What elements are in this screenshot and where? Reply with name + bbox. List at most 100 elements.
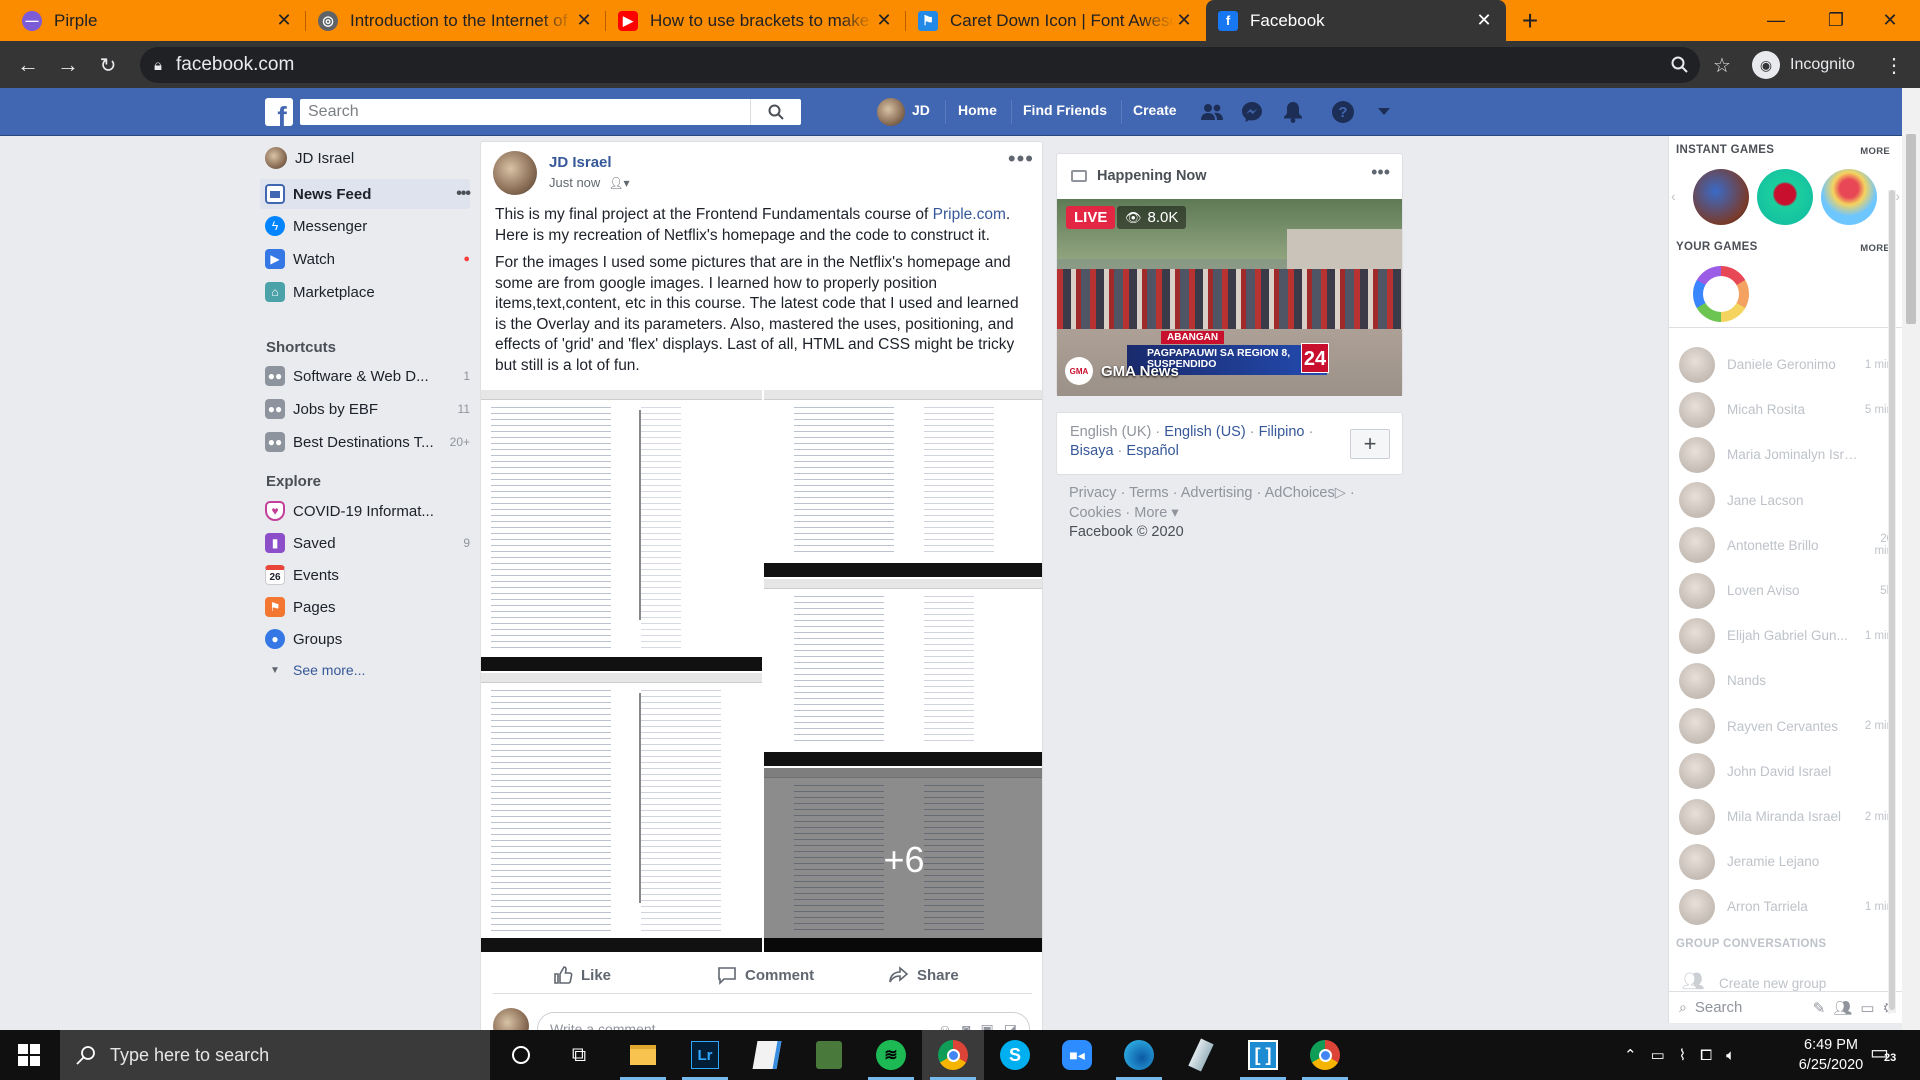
app-icon[interactable]: [798, 1030, 860, 1080]
browser-tab-pirple[interactable]: — Pirple ✕: [10, 0, 306, 41]
minimize-icon[interactable]: —: [1746, 0, 1806, 41]
sidebar-item-messenger[interactable]: ϟ Messenger: [260, 211, 470, 241]
post-photo-more[interactable]: +6: [764, 768, 1042, 952]
game-icon[interactable]: [1693, 169, 1749, 225]
explore-item-pages[interactable]: ⚑ Pages: [260, 592, 470, 622]
sidebar-item-watch[interactable]: ▶ Watch ●: [260, 244, 470, 274]
video-call-icon[interactable]: ▭: [1860, 999, 1874, 1017]
post-photo[interactable]: [481, 673, 762, 952]
see-more-link[interactable]: ▼ See more...: [260, 655, 470, 685]
sidebar-item-marketplace[interactable]: ⌂ Marketplace: [260, 277, 470, 307]
volume-icon[interactable]: 🔈︎: [1726, 1047, 1735, 1064]
maximize-icon[interactable]: ❐: [1806, 0, 1866, 41]
close-tab-icon[interactable]: ✕: [574, 10, 594, 31]
chat-search[interactable]: ⌕ Search ✎ 👥︎ ▭ ⚙: [1669, 991, 1902, 1023]
browser-tab-fontawesome[interactable]: ⚑ Caret Down Icon | Font Awesome ✕: [906, 0, 1206, 41]
chevron-right-icon[interactable]: ›: [1895, 188, 1900, 204]
forward-icon[interactable]: →: [52, 49, 84, 81]
file-explorer-icon[interactable]: [612, 1030, 674, 1080]
chrome-icon[interactable]: [922, 1030, 984, 1080]
browser-tab-facebook[interactable]: f Facebook ✕: [1206, 0, 1506, 41]
windows-start-icon[interactable]: [0, 1030, 58, 1080]
skype-icon[interactable]: S: [984, 1030, 1046, 1080]
instant-games-more-link[interactable]: MORE: [1860, 146, 1890, 157]
post-author[interactable]: JD Israel: [549, 154, 612, 171]
chevron-up-icon[interactable]: ⌃: [1624, 1046, 1637, 1064]
address-bar[interactable]: 🔒︎ facebook.com: [140, 47, 1700, 83]
zoom-icon[interactable]: [1664, 49, 1696, 81]
priple-link[interactable]: Priple.com: [933, 206, 1006, 223]
sidebar-item-news-feed[interactable]: News Feed •••: [260, 179, 471, 209]
new-tab-button[interactable]: +: [1502, 0, 1558, 41]
reload-icon[interactable]: ↻: [92, 49, 124, 81]
game-icon[interactable]: [1821, 169, 1877, 225]
cortana-icon[interactable]: [490, 1030, 552, 1080]
url-text[interactable]: facebook.com: [176, 54, 294, 76]
spotify-icon[interactable]: ≋: [860, 1030, 922, 1080]
network-icon[interactable]: ⌇: [1679, 1046, 1686, 1064]
friends-icon[interactable]: [1200, 100, 1224, 124]
taskbar-search-box[interactable]: Type here to search: [60, 1030, 490, 1080]
post-options-icon[interactable]: •••: [1008, 146, 1034, 172]
comment-button[interactable]: Comment: [717, 956, 814, 994]
task-view-icon[interactable]: ⧉: [548, 1030, 610, 1080]
footer-link[interactable]: Terms: [1129, 485, 1168, 501]
search-button[interactable]: [750, 99, 801, 125]
profile-link[interactable]: JD: [912, 102, 930, 118]
new-group-icon[interactable]: 👥︎: [1833, 999, 1852, 1017]
close-tab-icon[interactable]: ✕: [274, 10, 294, 31]
footer-link[interactable]: Privacy: [1069, 485, 1117, 501]
brackets-icon[interactable]: [ ]: [1232, 1030, 1294, 1080]
nav-home[interactable]: Home: [958, 102, 997, 118]
sidebar-profile[interactable]: JD Israel: [260, 143, 470, 173]
search-input[interactable]: [300, 100, 750, 124]
author-avatar[interactable]: [493, 151, 537, 195]
caret-down-icon[interactable]: [1372, 100, 1396, 124]
scrollbar-thumb[interactable]: [1906, 134, 1916, 324]
battery-icon[interactable]: ▭: [1651, 1046, 1665, 1064]
footer-link[interactable]: AdChoices: [1265, 485, 1335, 501]
chrome-icon[interactable]: [1294, 1030, 1356, 1080]
chat-contact[interactable]: Rayven Cervantes 2 min: [1679, 704, 1893, 749]
post-timestamp[interactable]: Just now: [549, 175, 600, 190]
profile-avatar[interactable]: [877, 98, 905, 126]
chat-contact[interactable]: Maria Jominalyn Israel: [1679, 432, 1893, 477]
help-icon[interactable]: ?: [1331, 100, 1355, 124]
browser-menu-icon[interactable]: ⋮: [1878, 49, 1910, 81]
chat-contact[interactable]: Elijah Gabriel Gun... 1 min: [1679, 613, 1893, 658]
share-button[interactable]: Share: [889, 956, 959, 994]
screen-icon[interactable]: ⧠: [1700, 1047, 1712, 1064]
chat-contact[interactable]: Nands: [1679, 658, 1893, 703]
nav-find-friends[interactable]: Find Friends: [1023, 102, 1107, 118]
browser-tab-iot[interactable]: ◎ Introduction to the Internet of Things…: [306, 0, 606, 41]
chat-contact[interactable]: Micah Rosita 5 min: [1679, 387, 1893, 432]
facebook-logo-icon[interactable]: f: [265, 98, 293, 126]
edge-icon[interactable]: [1108, 1030, 1170, 1080]
chat-contact[interactable]: Arron Tarriela 1 min: [1679, 884, 1893, 929]
bell-icon[interactable]: [1281, 100, 1305, 124]
taskbar-clock[interactable]: 6:49 PM 6/25/2020: [1786, 1035, 1876, 1075]
chat-contact[interactable]: John David Israel: [1679, 749, 1893, 794]
like-button[interactable]: Like: [553, 956, 611, 994]
back-icon[interactable]: ←: [12, 49, 44, 81]
close-tab-icon[interactable]: ✕: [1174, 10, 1194, 31]
language-option[interactable]: Filipino: [1259, 424, 1305, 440]
nav-create[interactable]: Create: [1133, 102, 1177, 118]
post-photo[interactable]: [481, 390, 762, 671]
messenger-icon[interactable]: [1240, 100, 1264, 124]
post-photo[interactable]: [764, 579, 1042, 766]
footer-link[interactable]: Advertising: [1181, 485, 1253, 501]
pen-icon[interactable]: [1170, 1030, 1232, 1080]
notepad-icon[interactable]: [736, 1030, 798, 1080]
audience-icon[interactable]: 👤︎▾: [608, 176, 629, 190]
chat-contact[interactable]: Jeramie Lejano: [1679, 839, 1893, 884]
your-games-more-link[interactable]: MORE: [1860, 243, 1890, 254]
chat-scrollbar[interactable]: [1888, 190, 1896, 1013]
chat-contact[interactable]: Loven Aviso 5h: [1679, 568, 1893, 613]
add-language-button[interactable]: +: [1350, 429, 1390, 459]
close-tab-icon[interactable]: ✕: [874, 10, 894, 31]
chat-contact[interactable]: Jane Lacson: [1679, 478, 1893, 523]
zoom-icon[interactable]: ■◂: [1046, 1030, 1108, 1080]
shortcut-software-web-dev[interactable]: ●● Software & Web D... 1: [260, 361, 470, 391]
more-options-icon[interactable]: •••: [440, 185, 471, 203]
